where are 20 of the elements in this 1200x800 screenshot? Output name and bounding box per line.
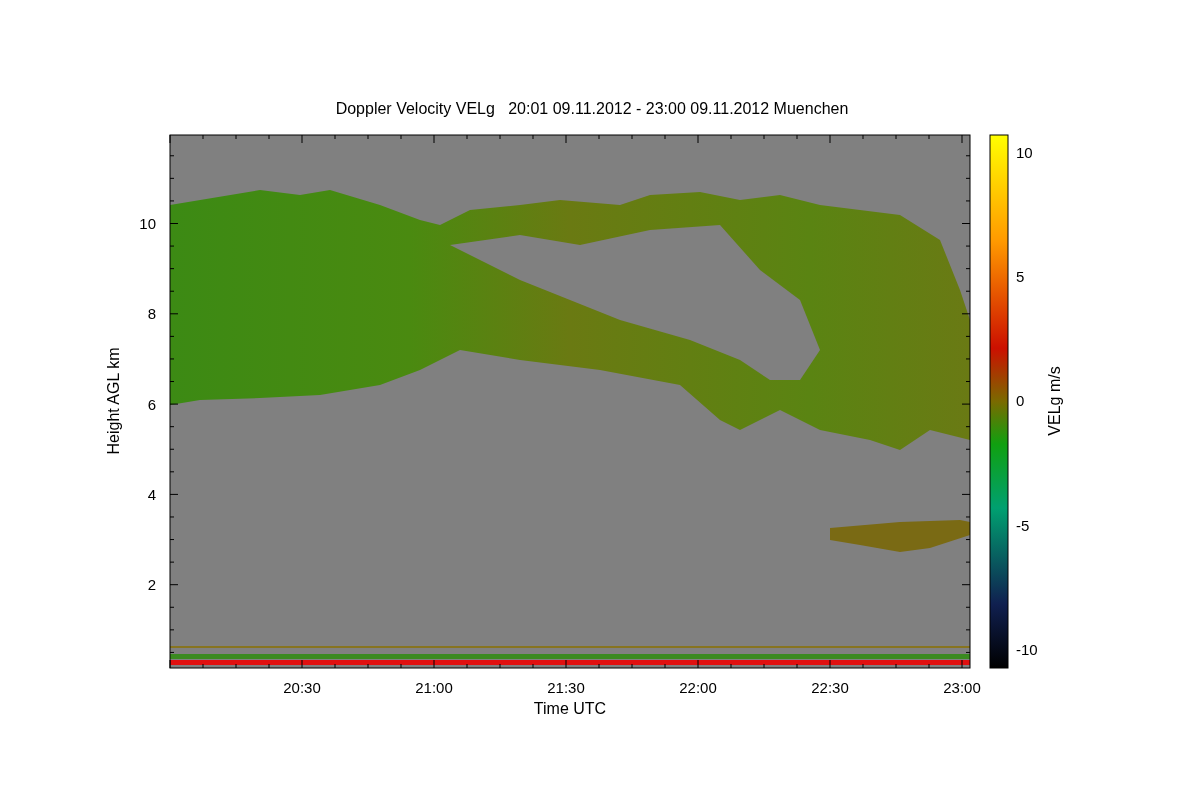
x-tick-label: 23:00 — [943, 679, 981, 696]
y-tick-label: 2 — [147, 576, 156, 594]
x-tick-label: 22:00 — [679, 679, 717, 696]
x-tick-label: 21:30 — [547, 679, 585, 696]
colorbar-tick-label: -5 — [1016, 516, 1030, 534]
y-axis-label: Height AGL km — [105, 347, 122, 455]
x-tick-label: 22:30 — [811, 679, 849, 696]
x-axis-label: Time UTC — [533, 700, 607, 717]
x-tick-label: 21:00 — [415, 679, 453, 696]
chart-title: Doppler Velocity VELg 20:01 09.11.2012 - 23:00 09.11.2012 Muenchen — [335, 100, 849, 117]
colorbar-tick-label: 10 — [1016, 144, 1033, 161]
y-tick-label: 8 — [147, 305, 156, 323]
colorbar-tick-label: -10 — [1016, 640, 1038, 658]
y-tick-label: 6 — [147, 395, 156, 413]
y-tick-label: 10 — [139, 215, 156, 232]
colorbar-tick-label: 5 — [1016, 268, 1025, 286]
x-tick-label: 20:30 — [283, 679, 321, 696]
y-tick-label: 4 — [147, 485, 156, 503]
colorbar-label: VELg m/s — [1046, 366, 1063, 436]
colorbar-tick-label: 0 — [1016, 392, 1025, 410]
